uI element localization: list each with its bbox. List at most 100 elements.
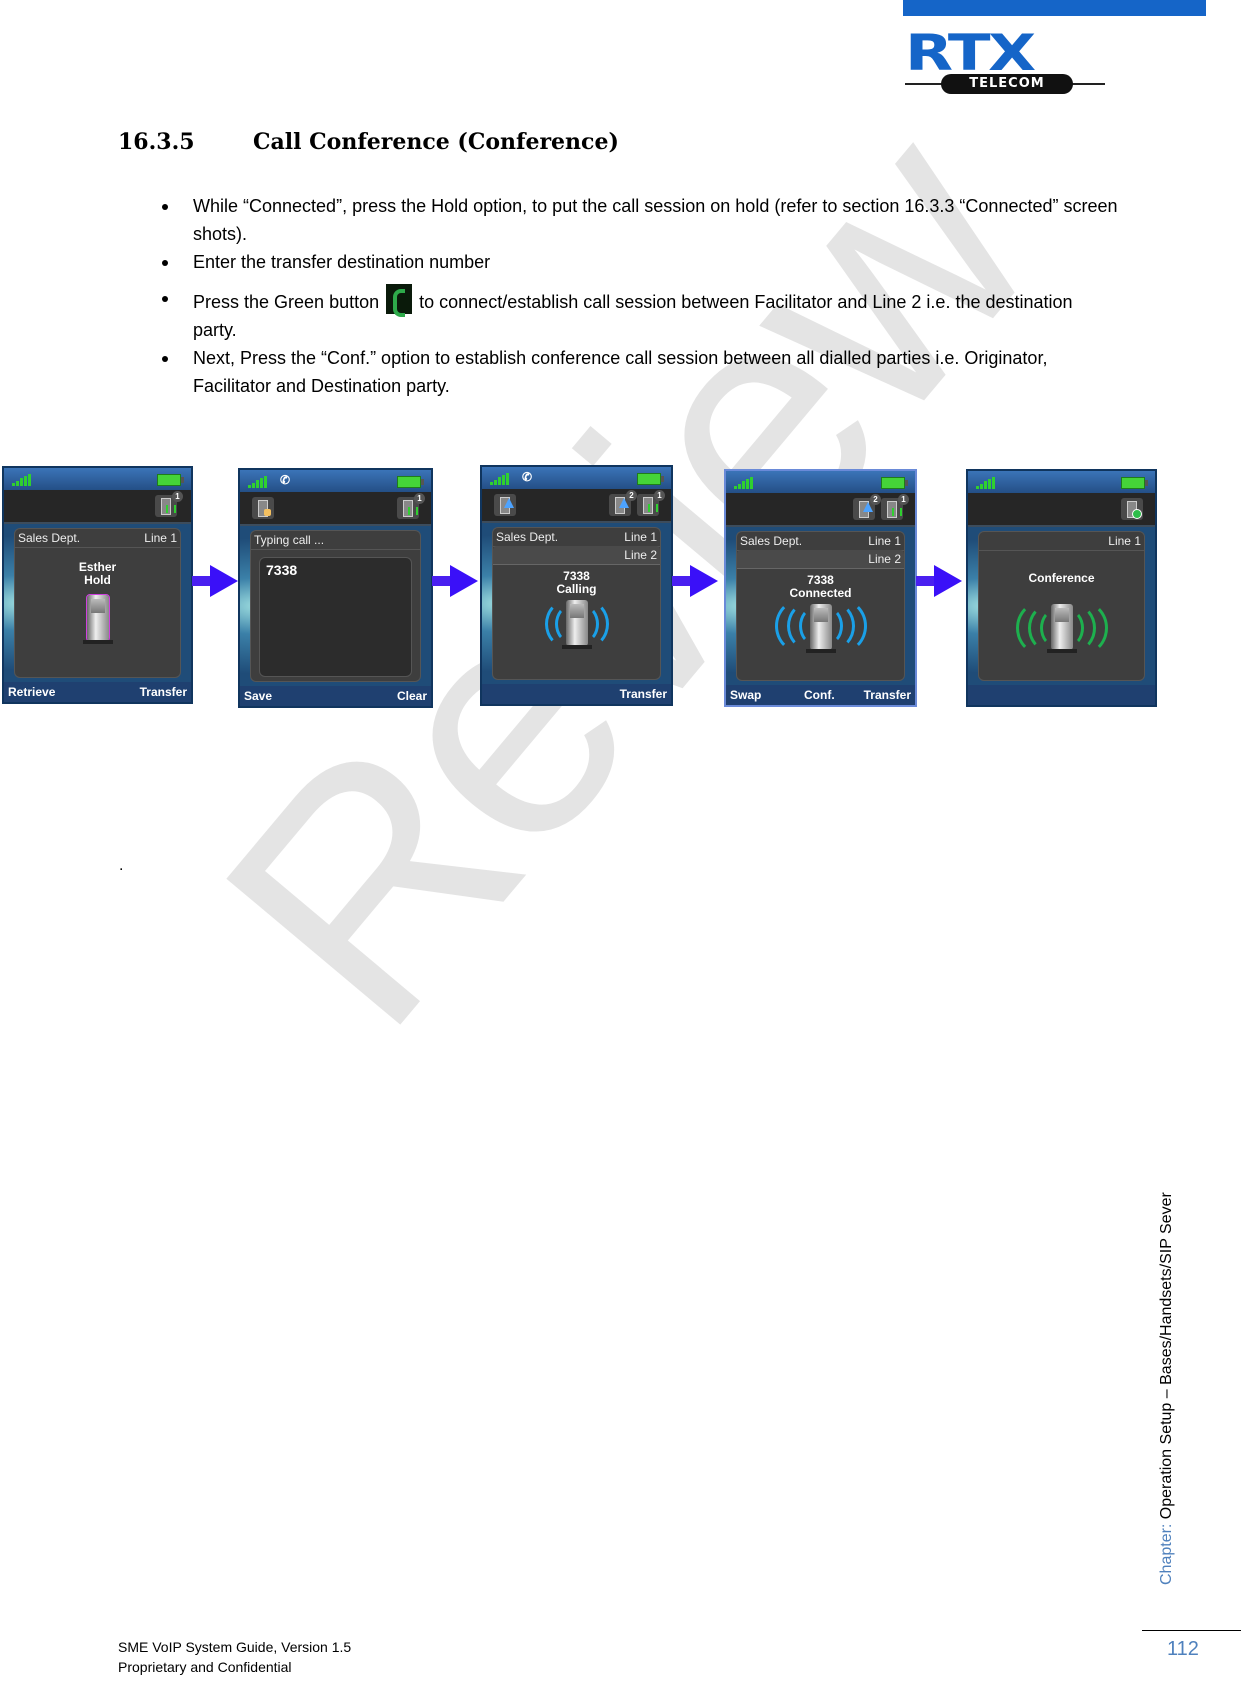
line-active-icon: 1	[397, 493, 425, 519]
green-call-button-icon	[386, 284, 413, 317]
status-bar: ✆	[240, 470, 431, 492]
dial-card: Typing call ... 7338	[250, 530, 421, 682]
signal-icon	[490, 473, 512, 485]
line-active-icon: 1	[881, 494, 909, 520]
battery-icon	[637, 473, 664, 485]
status-bar	[4, 468, 191, 490]
outgoing-call-icon: 2	[853, 494, 881, 520]
line-label: Line 1	[144, 531, 177, 545]
softkey-transfer[interactable]: Transfer	[864, 685, 911, 705]
status-bar	[968, 471, 1155, 493]
handset-screen-conference: Line 1 Conference	[966, 469, 1157, 707]
battery-icon	[881, 477, 908, 489]
line-active-icon: 1	[155, 491, 183, 517]
footer-doc-title: SME VoIP System Guide, Version 1.5	[118, 1639, 352, 1655]
chapter-sidebar: Chapter: Operation Setup – Bases/Handset…	[1158, 1192, 1176, 1585]
signal-icon	[734, 477, 756, 489]
softkey-bar: Retrieve Transfer	[4, 682, 191, 702]
battery-icon	[397, 476, 424, 488]
number-input[interactable]: 7338	[259, 557, 412, 677]
chapter-title: Operation Setup – Bases/Handsets/SIP Sev…	[1158, 1192, 1175, 1520]
call-card: Sales Dept. Line 1 Esther Hold	[14, 528, 181, 678]
flow-arrow-icon	[916, 565, 962, 597]
list-item: Next, Press the “Conf.” option to establ…	[160, 344, 1120, 400]
page-number-rule	[1142, 1630, 1241, 1631]
instruction-list: While “Connected”, press the Hold option…	[160, 192, 1120, 400]
outgoing-call-icon: 2	[609, 490, 637, 516]
call-card: Line 1 Conference	[978, 531, 1145, 681]
page-footer: SME VoIP System Guide, Version 1.5 Propr…	[118, 1637, 351, 1677]
section-title: Call Conference (Conference)	[253, 129, 619, 155]
softkey-bar	[968, 685, 1155, 705]
softkey-conf[interactable]: Conf.	[804, 685, 835, 705]
line-label: Line 1	[868, 534, 901, 548]
softkey-transfer[interactable]: Transfer	[620, 684, 667, 704]
call-group: Sales Dept.	[18, 531, 81, 545]
call-status: Hold	[84, 573, 111, 587]
chapter-label: Chapter:	[1158, 1519, 1175, 1585]
line-active-icon: 1	[637, 490, 665, 516]
line-label: Line 1	[1108, 534, 1141, 548]
page-number: 112	[1167, 1638, 1199, 1660]
screen-body: Sales Dept. Line 1 Line 2 7338 Connected	[726, 527, 915, 685]
list-item: While “Connected”, press the Hold option…	[160, 192, 1120, 248]
call-group: Sales Dept.	[496, 530, 559, 544]
flow-arrow-icon	[432, 565, 478, 597]
handset-icon	[82, 594, 113, 644]
line-label: Line 2	[624, 548, 657, 562]
screen-body: Typing call ... 7338	[240, 526, 431, 686]
softkey-transfer[interactable]: Transfer	[140, 682, 187, 702]
call-status: Conference	[1028, 571, 1095, 585]
handset-screen-typing: ✆ 1 Typing call ... 7338 Save Clear	[238, 468, 433, 708]
softkey-retrieve[interactable]: Retrieve	[8, 682, 55, 702]
softkey-bar: Save Clear	[240, 686, 431, 706]
conference-icon	[1121, 498, 1143, 520]
outgoing-call-icon	[494, 494, 516, 516]
softkey-bar: Swap Conf. Transfer	[726, 685, 915, 705]
list-item: Enter the transfer destination number	[160, 248, 1120, 276]
status-bar	[726, 471, 915, 493]
signal-icon	[976, 477, 998, 489]
handset-icon	[561, 600, 592, 649]
softkey-swap[interactable]: Swap	[730, 685, 761, 705]
handset-screen-calling: ✆ 2 1 Sales Dept. Line 1 Line 2 7338 Call…	[480, 465, 673, 706]
call-group: Sales Dept.	[740, 534, 803, 548]
missed-call-icon: ✆	[280, 473, 291, 487]
stray-mark: .	[119, 857, 124, 874]
logo-sub-text: TELECOM	[941, 74, 1073, 94]
logo-main-text: RTX	[905, 24, 1036, 82]
list-item: Press the Green button to connect/establ…	[160, 284, 1120, 344]
softkey-bar: Transfer	[482, 684, 671, 704]
flow-arrow-icon	[672, 565, 718, 597]
typing-label: Typing call ...	[254, 533, 325, 547]
dial-hand-icon	[252, 497, 274, 519]
line-label: Line 2	[868, 552, 901, 566]
toolbar: 1	[4, 490, 191, 524]
toolbar	[968, 493, 1155, 527]
handset-icon	[805, 604, 836, 653]
call-card: Sales Dept. Line 1 Line 2 7338 Calling	[492, 527, 661, 680]
signal-icon	[12, 474, 34, 486]
screen-body: Line 1 Conference	[968, 527, 1155, 685]
battery-icon	[157, 474, 184, 486]
call-status: Connected	[789, 586, 852, 600]
line-label: Line 1	[624, 530, 657, 544]
missed-call-icon: ✆	[522, 470, 533, 484]
status-bar: ✆	[482, 467, 671, 489]
toolbar: 1	[240, 492, 431, 526]
screen-body: Sales Dept. Line 1 Esther Hold	[4, 524, 191, 682]
softkey-clear[interactable]: Clear	[397, 686, 427, 706]
battery-icon	[1121, 477, 1148, 489]
toolbar: 2 1	[726, 493, 915, 527]
handset-screen-hold: 1 Sales Dept. Line 1 Esther Hold Retrieve…	[2, 466, 193, 704]
softkey-save[interactable]: Save	[244, 686, 272, 706]
footer-confidentiality: Proprietary and Confidential	[118, 1659, 292, 1675]
call-card: Sales Dept. Line 1 Line 2 7338 Connected	[736, 531, 905, 681]
signal-icon	[248, 476, 270, 488]
handset-icon	[1046, 604, 1077, 653]
flow-arrow-icon	[192, 565, 238, 597]
rtx-telecom-logo: RTX TELECOM	[905, 28, 1105, 98]
section-number: 16.3.5	[118, 129, 195, 155]
header-brand-bar	[903, 0, 1206, 16]
section-heading: 16.3.5 Call Conference (Conference)	[118, 127, 619, 157]
